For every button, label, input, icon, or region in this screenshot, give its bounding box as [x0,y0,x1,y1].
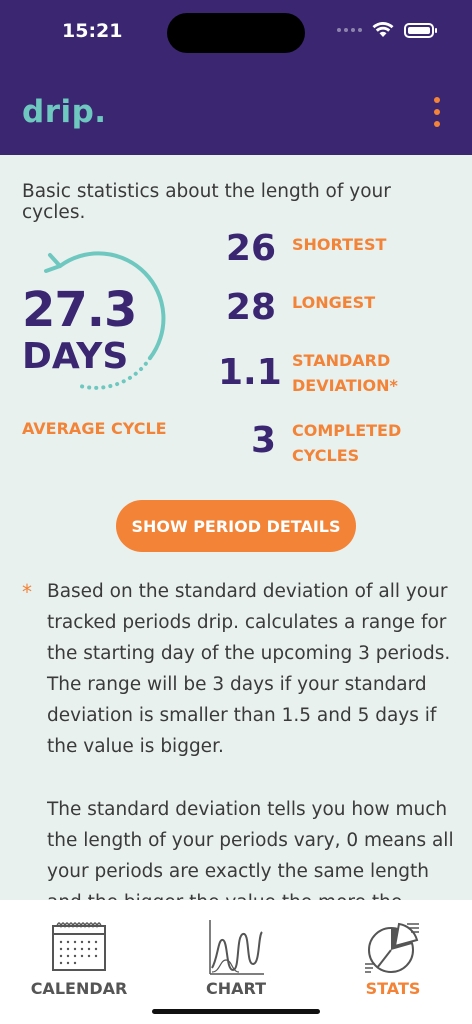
shortest-value: 26 [225,228,276,269]
app-logo: drip. [22,94,107,130]
standard-deviation-value: 1.1 [218,352,282,393]
calendar-icon [52,922,106,971]
nav-label-stats: STATS [365,979,421,998]
longest-value: 28 [225,287,276,328]
battery-icon [404,22,437,38]
shortest-label: SHORTEST [292,235,387,254]
bottom-navigation: CALENDAR CHART STATS [0,900,472,1024]
average-cycle-value: 27.3 [22,282,137,338]
chart-icon [209,920,264,975]
longest-label: LONGEST [292,293,376,312]
status-icons [337,22,437,38]
average-cycle-label: AVERAGE CYCLE [22,419,167,438]
cellular-signal-icon [337,28,362,32]
show-period-details-button[interactable]: SHOW PERIOD DETAILS [116,500,356,552]
status-time: 15:21 [62,20,123,42]
nav-item-chart[interactable]: CHART [161,900,311,1010]
standard-deviation-explanation: The standard deviation tells you how muc… [47,799,454,900]
nav-label-chart: CHART [205,979,267,998]
standard-deviation-label: STANDARD DEVIATION* [292,351,398,395]
wifi-icon [372,22,394,38]
average-cycle-unit: DAYS [22,336,129,377]
stats-icon [365,922,419,973]
completed-cycles-label: COMPLETED CYCLES [292,421,402,465]
standard-deviation-note: Based on the standard deviation of all y… [47,581,451,757]
more-menu-icon[interactable] [432,97,442,127]
nav-item-stats[interactable]: STATS [318,900,468,1010]
completed-cycles-value: 3 [250,420,276,461]
nav-item-calendar[interactable]: CALENDAR [4,900,154,1010]
home-indicator [152,1009,320,1014]
footnote-marker: * [22,580,32,604]
nav-label-calendar: CALENDAR [30,979,128,998]
dynamic-island [167,13,305,53]
stats-intro: Basic statistics about the length of you… [22,181,391,223]
app-header: 15:21 drip. [0,0,472,155]
